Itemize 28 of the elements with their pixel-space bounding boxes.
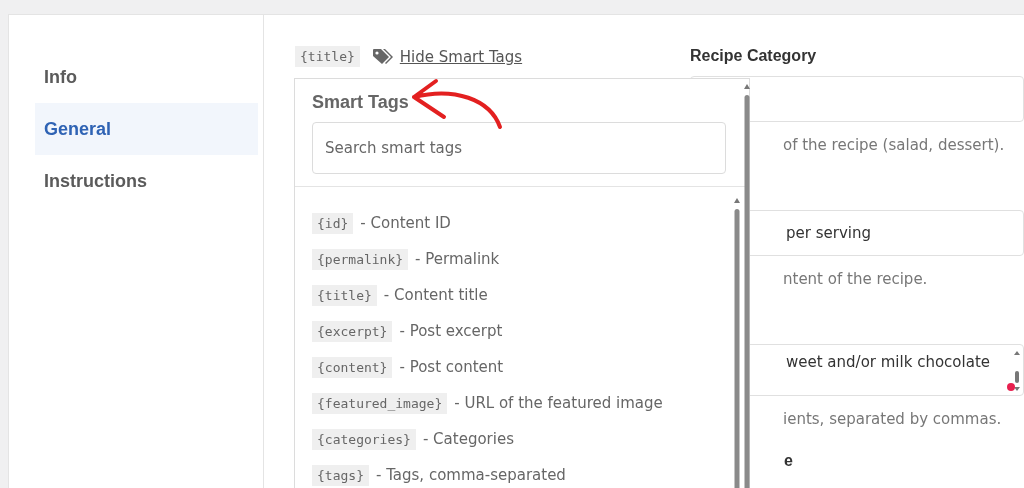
help-text: ients, separated by commas. xyxy=(783,410,1003,428)
hide-smart-tags-link[interactable]: Hide Smart Tags xyxy=(399,47,523,66)
smart-tag[interactable]: {permalink} xyxy=(312,248,409,270)
field-label: Recipe Category xyxy=(690,47,818,66)
sidebar-item[interactable]: Info xyxy=(35,51,258,103)
tag-description: - Tags, comma-separated xyxy=(375,466,566,484)
smart-tag[interactable]: {featured_image} xyxy=(312,392,448,414)
field-label: e xyxy=(784,452,794,471)
tag-description: - URL of the featured image xyxy=(454,394,663,412)
smart-tag[interactable]: {id} xyxy=(312,212,354,234)
smart-tag[interactable]: {title} xyxy=(312,284,377,306)
popover-title: Smart Tags xyxy=(311,91,409,113)
help-text: of the recipe (salad, dessert). xyxy=(783,136,1006,154)
sidebar-item[interactable]: General xyxy=(35,103,258,155)
smart-tag[interactable]: {excerpt} xyxy=(312,320,393,342)
search-field[interactable]: Search smart tags xyxy=(312,122,726,174)
tag-description: - Post excerpt xyxy=(399,322,503,340)
tag-description: - Permalink xyxy=(415,250,500,268)
smart-tag[interactable]: {tags} xyxy=(312,464,369,486)
smart-tag[interactable]: {categories} xyxy=(312,428,416,450)
smart-tag: {title} xyxy=(295,46,360,67)
tag-description: - Content ID xyxy=(360,214,451,232)
help-text: ntent of the recipe. xyxy=(783,270,929,288)
tag-description: - Post content xyxy=(399,358,504,376)
sidebar-item[interactable]: Instructions xyxy=(35,155,258,207)
smart-tag[interactable]: {content} xyxy=(312,356,393,378)
tag-description: - Categories xyxy=(422,430,514,448)
tag-description: - Content title xyxy=(383,286,488,304)
